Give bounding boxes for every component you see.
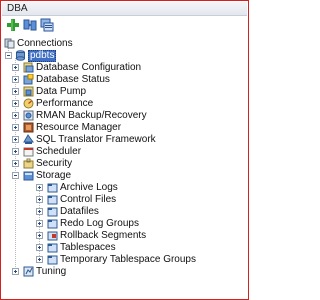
tree-item-label: Database Configuration bbox=[36, 62, 142, 73]
tree-item-label: Tablespaces bbox=[60, 242, 116, 253]
sql-translator-icon bbox=[23, 134, 34, 145]
tree-item-temporary-tablespace-groups[interactable]: Temporary Tablespace Groups bbox=[2, 254, 247, 266]
expand-toggle[interactable] bbox=[12, 136, 19, 143]
tree-item-label: Storage bbox=[36, 170, 72, 181]
tree-item-label: Database Status bbox=[36, 74, 110, 85]
connection-label: pdbts bbox=[28, 50, 57, 62]
tree-item-label: Resource Manager bbox=[36, 122, 122, 133]
tuning-icon bbox=[23, 266, 34, 277]
expand-toggle[interactable] bbox=[12, 112, 19, 119]
collapse-toggle[interactable] bbox=[12, 172, 19, 179]
folder-icon bbox=[47, 182, 58, 193]
expand-toggle[interactable] bbox=[36, 232, 43, 239]
storage-icon bbox=[23, 170, 34, 181]
expand-toggle[interactable] bbox=[12, 268, 19, 275]
tree-item-label: RMAN Backup/Recovery bbox=[36, 110, 147, 121]
add-connection-button[interactable] bbox=[6, 18, 20, 32]
tree-item-resource-manager[interactable]: Resource Manager bbox=[2, 122, 247, 134]
tree-item-data-pump[interactable]: Data Pump bbox=[2, 86, 247, 98]
database-status-icon bbox=[23, 74, 34, 85]
panel-title: DBA bbox=[7, 3, 28, 14]
tree-item-datafiles[interactable]: Datafiles bbox=[2, 206, 247, 218]
tree-root-label: Connections bbox=[17, 38, 73, 49]
tree-root-connections[interactable]: Connections bbox=[2, 38, 247, 50]
folder-icon bbox=[47, 194, 58, 205]
folder-icon bbox=[47, 218, 58, 229]
tree-item-label: Datafiles bbox=[60, 206, 99, 217]
tree-item-tablespaces[interactable]: Tablespaces bbox=[2, 242, 247, 254]
rman-icon bbox=[23, 110, 34, 121]
expand-toggle[interactable] bbox=[12, 76, 19, 83]
security-icon bbox=[23, 158, 34, 169]
resource-manager-icon bbox=[23, 122, 34, 133]
tree-item-label: Data Pump bbox=[36, 86, 87, 97]
expand-toggle[interactable] bbox=[36, 184, 43, 191]
tree-item-tuning[interactable]: Tuning bbox=[2, 266, 247, 278]
connections-icon bbox=[4, 38, 15, 49]
green-plus-icon bbox=[7, 19, 19, 31]
tree-item-label: Redo Log Groups bbox=[60, 218, 139, 229]
tree-item-archive-logs[interactable]: Archive Logs bbox=[2, 182, 247, 194]
tree-item-storage[interactable]: Storage bbox=[2, 170, 247, 182]
tree-item-sql-translator-framework[interactable]: SQL Translator Framework bbox=[2, 134, 247, 146]
tree-item-rman-backup-recovery[interactable]: RMAN Backup/Recovery bbox=[2, 110, 247, 122]
performance-icon bbox=[23, 98, 34, 109]
expand-toggle[interactable] bbox=[36, 208, 43, 215]
tree-item-label: SQL Translator Framework bbox=[36, 134, 156, 145]
expand-toggle[interactable] bbox=[12, 148, 19, 155]
tree-item-label: Temporary Tablespace Groups bbox=[60, 254, 196, 265]
refresh-icon bbox=[23, 19, 37, 31]
collapse-toggle[interactable] bbox=[5, 52, 12, 59]
tree-item-control-files[interactable]: Control Files bbox=[2, 194, 247, 206]
database-config-icon bbox=[23, 62, 34, 73]
panel-toolbar bbox=[2, 16, 247, 34]
expand-toggle[interactable] bbox=[12, 100, 19, 107]
tree-item-label: Performance bbox=[36, 98, 94, 109]
tree-item-rollback-segments[interactable]: Rollback Segments bbox=[2, 230, 247, 242]
expand-toggle[interactable] bbox=[12, 88, 19, 95]
database-connection-icon bbox=[15, 50, 26, 61]
tree-item-database-configuration[interactable]: Database Configuration bbox=[2, 62, 247, 74]
expand-toggle[interactable] bbox=[12, 64, 19, 71]
tree-item-redo-log-groups[interactable]: Redo Log Groups bbox=[2, 218, 247, 230]
expand-toggle[interactable] bbox=[12, 124, 19, 131]
expand-toggle[interactable] bbox=[36, 244, 43, 251]
tree-connection-pdbts[interactable]: pdbts bbox=[2, 50, 247, 62]
tree-item-label: Control Files bbox=[60, 194, 117, 205]
folder-icon bbox=[47, 206, 58, 217]
folder-icon bbox=[47, 254, 58, 265]
folder-icon bbox=[47, 230, 58, 241]
connections-tree: Connections pdbts Database Configuration bbox=[2, 35, 247, 298]
tree-item-database-status[interactable]: Database Status bbox=[2, 74, 247, 86]
dba-panel: DBA Connections pdbts Database Configura… bbox=[0, 0, 249, 300]
tree-item-performance[interactable]: Performance bbox=[2, 98, 247, 110]
filter-button[interactable] bbox=[40, 18, 54, 32]
panel-titlebar: DBA bbox=[2, 2, 247, 16]
tree-item-label: Tuning bbox=[36, 266, 67, 277]
tree-item-label: Rollback Segments bbox=[60, 230, 147, 241]
tree-item-scheduler[interactable]: Scheduler bbox=[2, 146, 247, 158]
tree-item-security[interactable]: Security bbox=[2, 158, 247, 170]
tree-item-label: Security bbox=[36, 158, 73, 169]
expand-toggle[interactable] bbox=[36, 196, 43, 203]
data-pump-icon bbox=[23, 86, 34, 97]
tree-item-label: Archive Logs bbox=[60, 182, 118, 193]
folder-icon bbox=[47, 242, 58, 253]
tree-item-label: Scheduler bbox=[36, 146, 82, 157]
scheduler-icon bbox=[23, 146, 34, 157]
expand-toggle[interactable] bbox=[36, 220, 43, 227]
expand-toggle[interactable] bbox=[36, 256, 43, 263]
refresh-button[interactable] bbox=[23, 18, 37, 32]
filter-icon bbox=[40, 18, 54, 32]
expand-toggle[interactable] bbox=[12, 160, 19, 167]
